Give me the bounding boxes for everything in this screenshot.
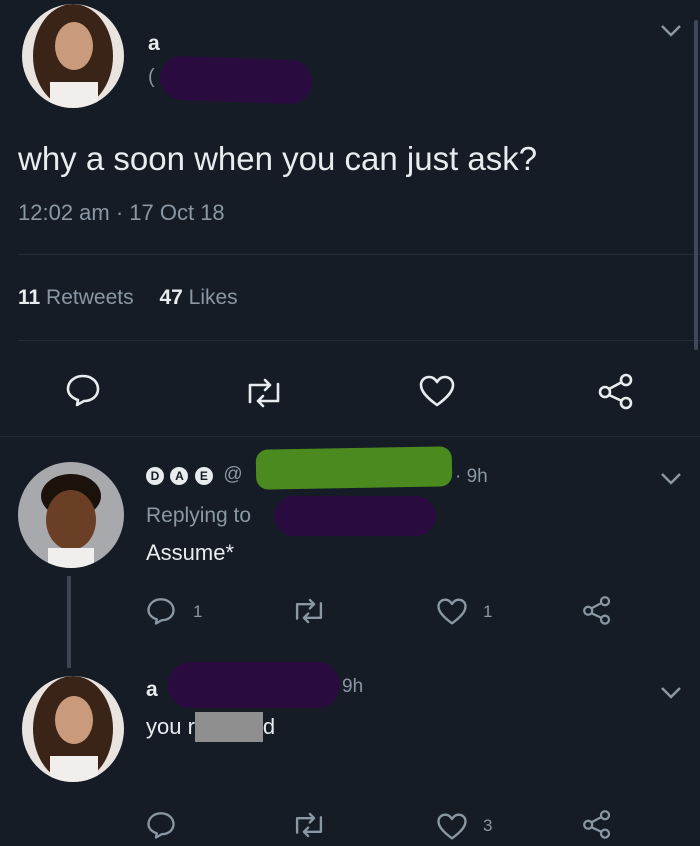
redaction-scribble bbox=[168, 662, 340, 708]
tweet-timestamp[interactable]: 12:02 am · 17 Oct 18 bbox=[18, 200, 225, 226]
likes-count: 47 bbox=[159, 286, 183, 309]
like-count: 3 bbox=[483, 816, 493, 835]
divider bbox=[18, 340, 700, 341]
reply-icon[interactable] bbox=[146, 810, 176, 840]
author-name[interactable]: a bbox=[148, 32, 160, 56]
reply-count: 1 bbox=[193, 602, 203, 621]
divider bbox=[18, 254, 700, 255]
badge-e: E bbox=[194, 467, 213, 485]
retweet-icon[interactable] bbox=[292, 598, 326, 624]
heart-icon[interactable] bbox=[418, 374, 456, 408]
reply-author-avatar[interactable] bbox=[18, 462, 124, 568]
reply-text: you r d bbox=[146, 712, 275, 742]
replying-to-label: Replying to bbox=[146, 504, 252, 527]
author-handle[interactable]: ( bbox=[148, 66, 155, 89]
reply-icon[interactable] bbox=[65, 373, 101, 407]
reply-author-name[interactable]: a bbox=[146, 678, 158, 702]
reply-author-badges[interactable]: D A E @ bbox=[146, 464, 243, 486]
retweet-icon[interactable] bbox=[244, 378, 284, 408]
badge-d: D bbox=[146, 467, 164, 485]
like-count: 1 bbox=[483, 602, 493, 621]
retweets-label: Retweets bbox=[46, 286, 134, 309]
likes-label: Likes bbox=[188, 286, 238, 309]
reply-text-end: d bbox=[262, 714, 276, 739]
tweet-text: why a soon when you can just ask? bbox=[18, 140, 538, 177]
reply-time[interactable]: · 9h bbox=[455, 466, 488, 488]
heart-icon[interactable] bbox=[436, 597, 468, 626]
share-icon[interactable] bbox=[581, 808, 613, 840]
heart-icon[interactable] bbox=[436, 812, 468, 841]
censor-box bbox=[194, 712, 263, 742]
reply-author-handle: @ bbox=[223, 464, 243, 485]
thread-line bbox=[67, 576, 71, 668]
retweets-stat[interactable]: 11 Retweets bbox=[18, 286, 139, 309]
reply-icon[interactable] bbox=[146, 596, 176, 626]
reply-text-start: you r bbox=[146, 714, 195, 739]
scrollbar[interactable] bbox=[694, 20, 698, 350]
share-icon[interactable] bbox=[581, 594, 613, 626]
engagement-stats: 11 Retweets 47 Likes bbox=[18, 286, 238, 310]
reply-time[interactable]: 9h bbox=[342, 676, 363, 698]
divider bbox=[0, 436, 700, 437]
retweets-count: 11 bbox=[18, 286, 41, 309]
likes-stat[interactable]: 47 Likes bbox=[159, 286, 237, 309]
redaction-scribble bbox=[274, 496, 436, 536]
chevron-down-icon[interactable] bbox=[660, 472, 682, 486]
reply-text: Assume* bbox=[146, 540, 235, 565]
chevron-down-icon[interactable] bbox=[660, 686, 682, 700]
badge-a: A bbox=[170, 467, 189, 485]
reply-author-avatar[interactable] bbox=[22, 676, 124, 782]
chevron-down-icon[interactable] bbox=[660, 24, 682, 38]
redaction-scribble bbox=[159, 55, 313, 105]
retweet-icon[interactable] bbox=[292, 812, 326, 838]
share-icon[interactable] bbox=[596, 372, 636, 410]
author-avatar[interactable] bbox=[22, 4, 124, 108]
redaction-scribble bbox=[255, 446, 453, 490]
